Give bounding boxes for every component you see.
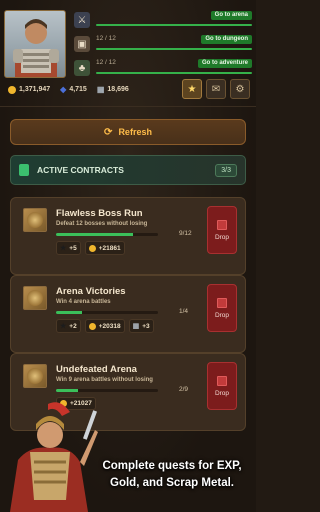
header-actions: ★ ✉ ⚙ xyxy=(182,79,250,99)
exp-reward: ★ +2 xyxy=(56,319,81,333)
scrap-resource: ▦ 18,696 xyxy=(97,85,129,94)
drop-label: Drop xyxy=(214,389,230,397)
adventure-count: 12 / 12 xyxy=(96,59,116,66)
refresh-button[interactable]: ⟳ Refresh xyxy=(10,119,246,145)
dungeon-bar: ▣ 12 / 12 Go to dungeon xyxy=(74,34,252,54)
contracts-title: ACTIVE CONTRACTS xyxy=(37,165,124,175)
star-icon: ★ xyxy=(60,245,67,252)
favorites-button[interactable]: ★ xyxy=(182,79,202,99)
exp-reward: ★ +5 xyxy=(56,241,81,255)
gold-coin-icon xyxy=(88,322,96,330)
drop-icon xyxy=(217,297,227,308)
contract-description: Defeat 12 bosses without losing xyxy=(56,221,148,227)
gold-coin-icon xyxy=(8,85,16,94)
gem-resource: ◆ 4,715 xyxy=(60,85,87,94)
settings-button[interactable]: ⚙ xyxy=(230,79,250,99)
hero-portrait[interactable] xyxy=(4,10,66,78)
activity-bars: ⚔ Go to arena ▣ 12 / 12 Go to dungeon ♣ … xyxy=(74,10,252,82)
scrap-metal-icon: ▦ xyxy=(132,323,140,330)
reward-list: ★ +2 +20318 ▦ +3 xyxy=(56,319,154,333)
promo-caption: Complete quests for EXP, Gold, and Scrap… xyxy=(102,460,242,489)
roman-soldier-illustration xyxy=(10,402,98,512)
contract-progress-bar xyxy=(56,233,158,236)
gold-amount: 1,371,947 xyxy=(19,86,51,93)
arena-progress xyxy=(96,24,252,26)
arena-contract-icon xyxy=(23,286,47,310)
drop-icon xyxy=(217,219,227,230)
adventure-icon: ♣ xyxy=(74,60,90,76)
gold-resource: 1,371,947 xyxy=(8,85,51,94)
arena-icon: ⚔ xyxy=(74,12,90,28)
mail-icon: ✉ xyxy=(211,83,221,95)
drop-label: Drop xyxy=(214,233,230,241)
arena-contract-icon xyxy=(23,364,47,388)
dungeon-progress xyxy=(96,48,252,50)
drop-label: Drop xyxy=(214,311,230,319)
contract-description: Win 4 arena battles xyxy=(56,299,111,305)
gear-icon: ⚙ xyxy=(235,83,245,95)
contract-title: Arena Victories xyxy=(56,286,126,297)
dungeon-count: 12 / 12 xyxy=(96,35,116,42)
drop-button[interactable]: Drop xyxy=(207,284,237,332)
contract-progress-bar xyxy=(56,311,158,314)
scrap-reward: ▦ +3 xyxy=(128,319,154,333)
contract-progress-count: 9/12 xyxy=(179,230,192,237)
drop-button[interactable]: Drop xyxy=(207,362,237,410)
contract-card: Flawless Boss Run Defeat 12 bosses witho… xyxy=(10,197,246,275)
star-icon: ★ xyxy=(187,83,197,95)
dungeon-icon: ▣ xyxy=(74,36,90,52)
contract-description: Win 9 arena battles without losing xyxy=(56,377,153,383)
boss-contract-icon xyxy=(23,208,47,232)
contract-title: Flawless Boss Run xyxy=(56,208,143,219)
contract-icon xyxy=(19,164,29,176)
drop-icon xyxy=(217,375,227,386)
gold-reward: +21861 xyxy=(84,241,125,255)
refresh-label: Refresh xyxy=(118,127,152,137)
go-to-dungeon-button[interactable]: Go to dungeon xyxy=(201,35,252,44)
go-to-adventure-button[interactable]: Go to adventure xyxy=(197,59,252,68)
contract-title: Undefeated Arena xyxy=(56,364,137,375)
adventure-bar: ♣ 12 / 12 Go to adventure xyxy=(74,58,252,78)
adventure-progress xyxy=(96,72,252,74)
header-divider xyxy=(0,106,256,107)
mail-button[interactable]: ✉ xyxy=(206,79,226,99)
scrap-metal-icon: ▦ xyxy=(96,85,105,94)
contract-progress-count: 2/9 xyxy=(179,386,189,393)
contract-progress-count: 1/4 xyxy=(179,308,189,315)
contracts-count: 3/3 xyxy=(215,163,237,177)
scrap-amount: 18,696 xyxy=(107,86,129,93)
gold-coin-icon xyxy=(88,244,96,252)
drop-button[interactable]: Drop xyxy=(207,206,237,254)
gold-reward: +20318 xyxy=(84,319,125,333)
resources-row: 1,371,947 ◆ 4,715 ▦ 18,696 xyxy=(8,85,129,94)
gem-icon: ◆ xyxy=(60,85,67,94)
arena-bar: ⚔ Go to arena xyxy=(74,10,252,30)
reward-list: ★ +5 +21861 xyxy=(56,241,125,255)
star-icon: ★ xyxy=(60,323,67,330)
active-contracts-header: ACTIVE CONTRACTS 3/3 xyxy=(10,155,246,185)
contract-card: Arena Victories Win 4 arena battles 1/4 … xyxy=(10,275,246,353)
gem-amount: 4,715 xyxy=(69,86,87,93)
go-to-arena-button[interactable]: Go to arena xyxy=(210,11,252,20)
refresh-icon: ⟳ xyxy=(104,126,113,138)
